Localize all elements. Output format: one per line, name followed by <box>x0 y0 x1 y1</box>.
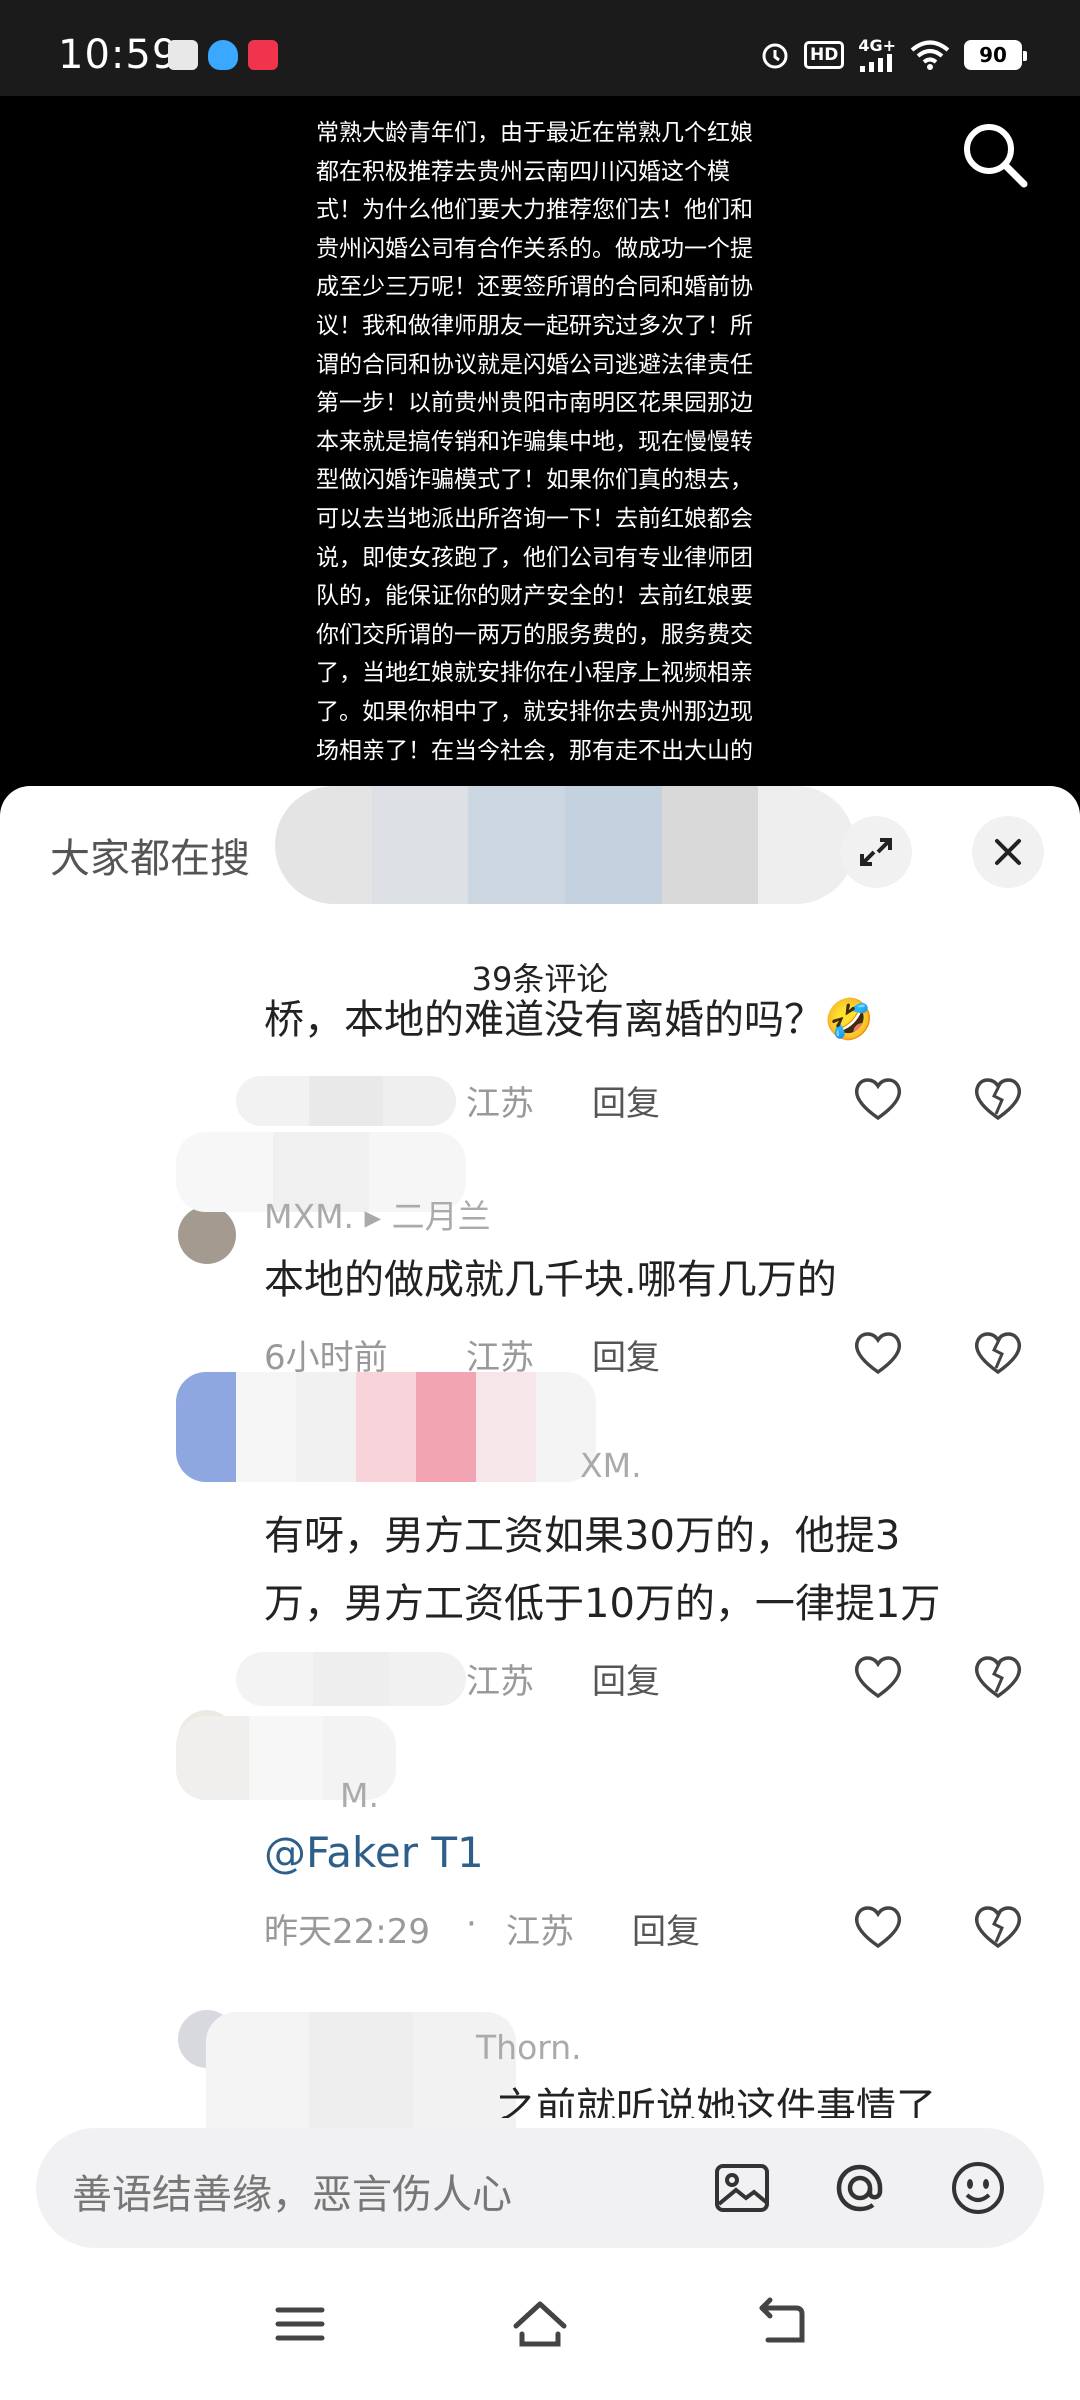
status-indicators: HD 4G+ 90 <box>760 38 1027 72</box>
reply-button[interactable]: 回复 <box>592 1654 660 1703</box>
close-button[interactable] <box>972 816 1044 888</box>
dislike-icon[interactable] <box>972 1652 1024 1700</box>
dislike-icon[interactable] <box>972 1902 1024 1950</box>
like-icon[interactable] <box>852 1328 904 1376</box>
system-navigation-bar <box>0 2248 1080 2400</box>
comment-location: 江苏 <box>466 1084 534 1124</box>
mention-link[interactable]: @Faker T1 <box>264 1828 484 1877</box>
expand-button[interactable] <box>840 816 912 888</box>
comment-text-line2: 万，男方工资低于10万的，一律提1万 <box>264 1581 941 1627</box>
dislike-icon[interactable] <box>972 1074 1024 1122</box>
status-bar: 10:59 HD 4G+ 90 <box>0 0 1080 96</box>
like-icon[interactable] <box>852 1652 904 1700</box>
meta-separator: · <box>466 1904 477 1944</box>
comment-author[interactable]: M. <box>340 1776 379 1815</box>
expand-icon <box>860 838 892 866</box>
hd-badge: HD <box>803 41 845 69</box>
emoji-icon[interactable] <box>948 2158 1008 2218</box>
like-icon[interactable] <box>852 1902 904 1950</box>
trending-search-label[interactable]: 大家都在搜 <box>50 826 250 884</box>
wifi-icon <box>910 40 950 70</box>
comment-text: 之前就听说她这件事情了 <box>496 2085 936 2118</box>
signal-group: 4G+ <box>858 38 896 72</box>
comment-author[interactable]: XM. <box>580 1446 642 1485</box>
status-time: 10:59 <box>58 32 179 78</box>
comment-input-bar[interactable]: 善语结善缘，恶言伤人心 <box>36 2128 1044 2248</box>
comment-time: 昨天22:29 <box>264 1912 430 1952</box>
search-icon[interactable] <box>958 118 1030 190</box>
blurred-author <box>176 1372 596 1482</box>
close-icon <box>995 839 1021 865</box>
battery-indicator: 90 <box>964 40 1027 70</box>
comment-input-placeholder[interactable]: 善语结善缘，恶言伤人心 <box>72 2162 512 2220</box>
comment-text-line1: 有呀，男方工资如果30万的，他提3 <box>264 1513 901 1559</box>
like-icon[interactable] <box>852 1074 904 1122</box>
image-icon[interactable] <box>712 2158 772 2218</box>
menu-icon[interactable] <box>268 2296 332 2352</box>
video-description: 常熟大龄青年们，由于最近在常熟几个红娘都在积极推荐去贵州云南四川闪婚这个模式！为… <box>316 120 753 764</box>
trending-search-blurred[interactable] <box>275 786 855 904</box>
blurred-time <box>236 1076 456 1126</box>
comment-text: 桥，本地的难道没有离婚的吗？🤣 <box>264 997 874 1043</box>
blurred-time <box>236 1652 466 1706</box>
video-area[interactable]: 常熟大龄青年们，由于最近在常熟几个红娘都在积极推荐去贵州云南四川闪婚这个模式！为… <box>0 96 1080 796</box>
comment-location: 江苏 <box>466 1662 534 1702</box>
comment-author[interactable]: Thorn. <box>476 2028 582 2067</box>
home-icon[interactable] <box>508 2296 572 2352</box>
network-type: 4G+ <box>858 36 896 55</box>
app-notification-icon <box>168 40 198 70</box>
comment-text: 本地的做成就几千块.哪有几万的 <box>264 1257 837 1303</box>
comment-author[interactable]: MXM. ▸ 二月兰 <box>264 1190 491 1238</box>
qq-notification-icon <box>208 40 238 70</box>
comment-location: 江苏 <box>506 1912 574 1952</box>
avatar[interactable] <box>178 1206 236 1264</box>
notification-icons <box>168 40 278 70</box>
reply-button[interactable]: 回复 <box>592 1330 660 1379</box>
signal-icon <box>860 54 893 72</box>
reply-button[interactable]: 回复 <box>632 1904 700 1953</box>
dislike-icon[interactable] <box>972 1328 1024 1376</box>
alarm-icon <box>762 43 788 69</box>
red-app-notification-icon <box>248 40 278 70</box>
back-icon[interactable] <box>748 2296 812 2352</box>
at-icon[interactable] <box>830 2158 890 2218</box>
reply-button[interactable]: 回复 <box>592 1076 660 1125</box>
